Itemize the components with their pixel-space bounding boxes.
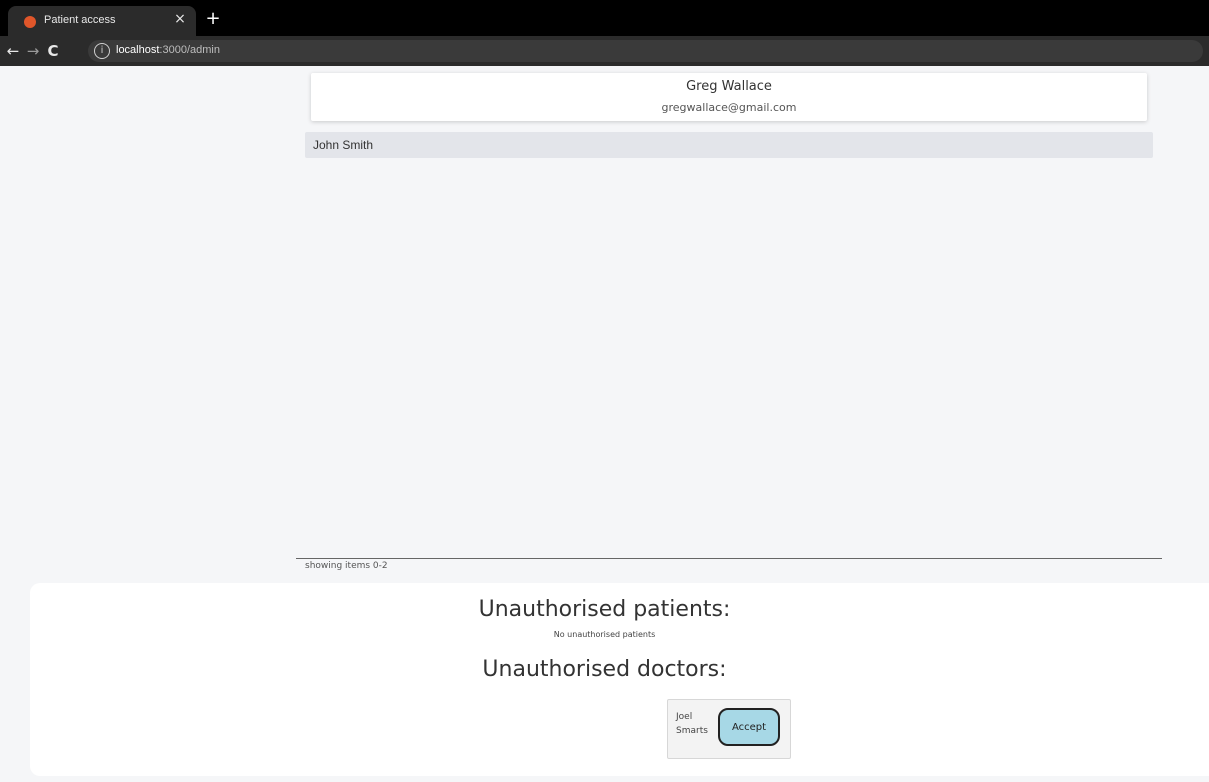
url-host: localhost bbox=[116, 44, 160, 56]
divider bbox=[296, 558, 1162, 559]
new-tab-button[interactable]: + bbox=[204, 10, 222, 28]
list-item-name: John Smith bbox=[313, 138, 374, 152]
arrow-right-icon[interactable]: → bbox=[24, 42, 42, 60]
doctor-name: Joel Smarts bbox=[676, 710, 716, 738]
profile-name: Greg Wallace bbox=[686, 79, 772, 94]
info-icon[interactable]: i bbox=[94, 43, 110, 59]
doctor-first-name: Joel bbox=[676, 712, 693, 722]
unauthorised-patients-heading: Unauthorised patients: bbox=[478, 597, 731, 622]
browser-tab-bar: Patient access × + bbox=[0, 0, 1209, 36]
url-text: localhost:3000/admin bbox=[116, 44, 220, 56]
no-patients-text: No unauthorised patients bbox=[553, 630, 656, 639]
browser-toolbar: ← → C i localhost:3000/admin bbox=[0, 36, 1209, 66]
address-bar[interactable]: i localhost:3000/admin bbox=[88, 40, 1203, 62]
browser-tab[interactable]: Patient access × bbox=[8, 6, 196, 36]
reload-icon[interactable]: C bbox=[44, 42, 62, 60]
doctor-card: Joel Smarts Accept bbox=[667, 699, 791, 759]
profile-email: gregwallace@gmail.com bbox=[661, 101, 797, 114]
url-path: :3000/admin bbox=[159, 44, 220, 56]
accept-button[interactable]: Accept bbox=[718, 708, 780, 746]
unauthorised-doctors-heading: Unauthorised doctors: bbox=[482, 657, 727, 682]
doctor-last-name: Smarts bbox=[676, 726, 708, 736]
close-icon[interactable]: × bbox=[172, 11, 188, 27]
profile-card: Greg Wallace gregwallace@gmail.com bbox=[311, 73, 1147, 121]
arrow-left-icon[interactable]: ← bbox=[4, 42, 22, 60]
list-footer: showing items 0-2 bbox=[305, 561, 388, 571]
list-item[interactable]: John Smith bbox=[305, 132, 1153, 158]
tab-title: Patient access bbox=[44, 14, 116, 26]
brand-logo-icon bbox=[24, 16, 36, 28]
